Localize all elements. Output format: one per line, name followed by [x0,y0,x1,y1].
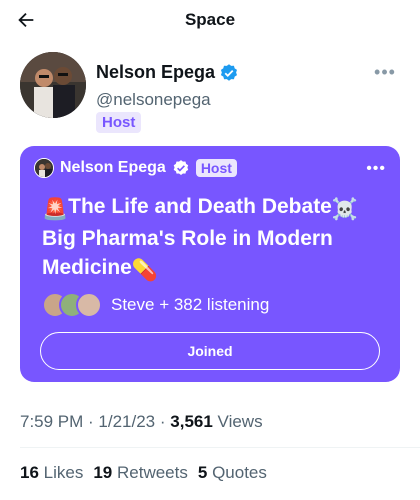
more-options-button[interactable]: ••• [370,62,400,82]
author-handle: @nelsonepega [96,90,211,109]
quotes-stat[interactable]: 5 Quotes [198,463,267,483]
space-title-part2: Big Pharma's Role in Modern Medicine [42,227,333,279]
page-title: Space [184,10,236,29]
author-name-row: Nelson Epega [96,62,239,83]
retweets-count: 19 [93,463,113,482]
verified-badge-icon [173,160,189,175]
skull-icon: ☠️ [331,198,359,221]
siren-icon: 🚨 [42,198,69,221]
quotes-count: 5 [197,463,208,482]
listeners-count: Steve + 382 listening [111,295,270,314]
author-avatar[interactable] [20,52,86,118]
listener-avatar [76,292,102,318]
likes-count: 16 [20,463,39,482]
verified-badge-icon [220,63,238,81]
pill-icon: 💊 [131,259,159,282]
avatar-photo [20,52,86,118]
space-title-part1: The Life and Death Debate [68,195,332,218]
retweets-label: Retweets [117,463,188,482]
likes-stat[interactable]: 16 Likes [20,463,83,483]
author-name[interactable]: Nelson Epega [96,62,215,83]
more-horizontal-icon: ••• [366,160,386,177]
listener-avatars [42,292,102,318]
divider [20,447,420,448]
tweet-meta: 7:59 PM · 1/21/23 · 3,561 Views [20,412,263,432]
listeners-row[interactable]: Steve + 382 listening [42,292,269,318]
top-bar: Space [0,0,420,40]
space-title: 🚨The Life and Death Debate☠️ Big Pharma'… [42,192,392,285]
engagement-stats: 16 Likes 19 Retweets 5 Quotes [20,463,267,483]
space-more-button[interactable]: ••• [366,160,386,178]
author-block: Nelson Epega @nelsonepega Host ••• [20,52,400,136]
quotes-label: Quotes [212,463,267,482]
meta-separator: · [155,412,171,431]
space-host-badge: Host [195,159,237,177]
host-badge: Host [96,112,142,133]
space-card-header: Nelson Epega Host [34,158,237,178]
tweet-date[interactable]: 1/21/23 [98,412,155,431]
space-card[interactable]: Nelson Epega Host ••• 🚨The Life and Deat… [20,146,400,382]
space-host-avatar [34,158,54,178]
retweets-stat[interactable]: 19 Retweets [93,463,188,483]
meta-separator: · [83,412,99,431]
likes-label: Likes [43,463,84,482]
tweet-time[interactable]: 7:59 PM [20,412,83,431]
joined-button[interactable]: Joined [40,332,380,370]
views-label: Views [212,412,263,431]
views-count: 3,561 [170,412,213,431]
more-horizontal-icon: ••• [374,61,396,82]
space-host-name: Nelson Epega [60,159,166,176]
